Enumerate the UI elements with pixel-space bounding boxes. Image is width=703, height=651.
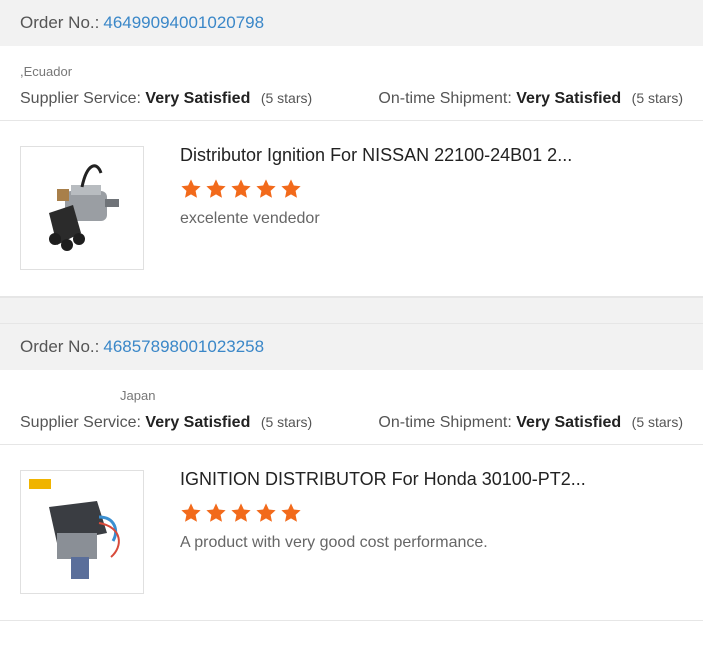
shipment-stars: (5 stars) <box>631 414 683 430</box>
order-number-link[interactable]: 46499094001020798 <box>103 13 264 33</box>
star-icon <box>181 179 201 198</box>
star-icon <box>256 503 276 522</box>
product-review: IGNITION DISTRIBUTOR For Honda 30100-PT2… <box>0 445 703 621</box>
star-icon <box>206 179 226 198</box>
star-icon <box>281 179 301 198</box>
seller-ratings: Supplier Service: Very Satisfied (5 star… <box>20 404 683 444</box>
order-number-label: Order No.: <box>20 13 100 32</box>
product-thumbnail[interactable] <box>20 470 144 594</box>
order-header: Order No.: 46499094001020798 <box>0 0 703 46</box>
ignition-distributor-image <box>29 479 120 579</box>
product-info: IGNITION DISTRIBUTOR For Honda 30100-PT2… <box>180 469 586 595</box>
star-icon <box>206 503 226 522</box>
supplier-service-value: Very Satisfied <box>145 90 251 107</box>
shipment-rating: On-time Shipment: Very Satisfied (5 star… <box>378 414 683 432</box>
order-header: Order No.: 46857898001023258 <box>0 324 703 370</box>
star-icon <box>256 179 276 198</box>
supplier-service-label: Supplier Service: <box>20 90 141 107</box>
review-stars <box>180 178 572 200</box>
order-number-label: Order No.: <box>20 337 100 356</box>
seller-ratings: Supplier Service: Very Satisfied (5 star… <box>20 80 683 120</box>
product-review: Distributor Ignition For NISSAN 22100-24… <box>0 121 703 297</box>
star-icon <box>181 503 201 522</box>
section-divider <box>0 297 703 324</box>
shipment-value: Very Satisfied <box>516 90 622 107</box>
star-icon <box>281 503 301 522</box>
review-stars <box>180 502 586 524</box>
product-info: Distributor Ignition For NISSAN 22100-24… <box>180 145 572 271</box>
order-meta: ,Ecuador Supplier Service: Very Satisfie… <box>0 46 703 121</box>
supplier-service-value: Very Satisfied <box>145 414 251 431</box>
supplier-service-rating: Supplier Service: Very Satisfied (5 star… <box>20 90 312 108</box>
shipment-stars: (5 stars) <box>631 90 683 106</box>
supplier-service-rating: Supplier Service: Very Satisfied (5 star… <box>20 414 312 432</box>
shipment-label: On-time Shipment: <box>378 414 512 431</box>
review-comment: excelente vendedor <box>180 210 320 227</box>
order-number-link[interactable]: 46857898001023258 <box>103 337 264 357</box>
supplier-service-stars: (5 stars) <box>260 90 313 106</box>
product-title-link[interactable]: IGNITION DISTRIBUTOR For Honda 30100-PT2… <box>180 469 586 490</box>
shipment-rating: On-time Shipment: Very Satisfied (5 star… <box>378 90 683 108</box>
shipment-label: On-time Shipment: <box>378 90 512 107</box>
ignition-distributor-image <box>49 164 119 251</box>
supplier-service-label: Supplier Service: <box>20 414 141 431</box>
star-icon <box>231 179 251 198</box>
star-icon <box>231 503 251 522</box>
buyer-country: Japan <box>120 388 156 403</box>
shipment-value: Very Satisfied <box>516 414 622 431</box>
review-comment: A product with very good cost performanc… <box>180 534 488 551</box>
order-block: Order No.: 46499094001020798 ,Ecuador Su… <box>0 0 703 297</box>
product-title-link[interactable]: Distributor Ignition For NISSAN 22100-24… <box>180 145 572 166</box>
order-meta: Japan Supplier Service: Very Satisfied (… <box>0 370 703 445</box>
order-block: Order No.: 46857898001023258 Japan Suppl… <box>0 324 703 621</box>
buyer-country: ,Ecuador <box>20 64 73 79</box>
supplier-service-stars: (5 stars) <box>260 414 313 430</box>
product-thumbnail[interactable] <box>20 146 144 270</box>
